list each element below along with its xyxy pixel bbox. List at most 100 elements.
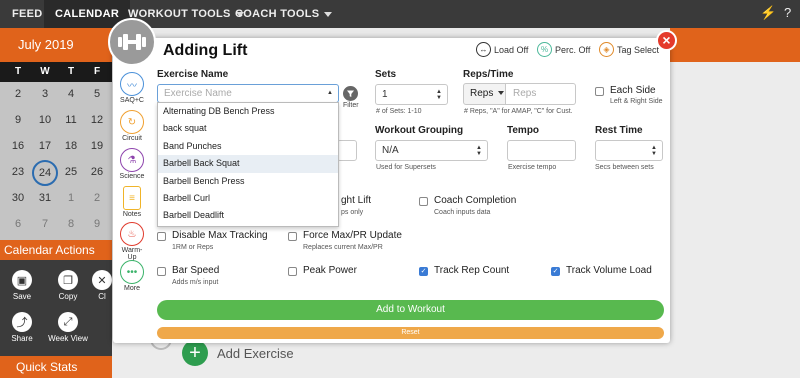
add-exercise-label: Add Exercise <box>217 345 294 361</box>
bolt-icon[interactable]: ⚡ <box>760 5 776 21</box>
tempo-input[interactable] <box>507 140 576 161</box>
bar-speed-box[interactable] <box>157 267 166 276</box>
exercise-option[interactable]: Barbell Curl <box>158 190 338 207</box>
bar-speed-checkbox[interactable]: Bar Speed Adds m/s input <box>157 265 219 286</box>
calendar-day[interactable]: 12 <box>85 114 109 126</box>
rail-more[interactable]: ••• More <box>118 260 146 292</box>
calendar-day[interactable]: 25 <box>59 166 83 178</box>
force-max-label: Force Max/PR Update <box>303 230 402 241</box>
nav-coach-tools[interactable]: COACH TOOLS <box>235 0 333 28</box>
help-icon[interactable]: ? <box>784 5 791 20</box>
bodyweight-lift-checkbox[interactable]: ght Lift ps only <box>341 195 371 216</box>
exercise-option[interactable]: Barbell Bench Press <box>158 173 338 190</box>
calendar-day[interactable]: 3 <box>33 88 57 100</box>
calendar-day[interactable]: 4 <box>59 88 83 100</box>
rail-notes[interactable]: ≡ Notes <box>118 186 146 218</box>
reset-button[interactable]: Reset <box>157 327 664 339</box>
clear-button[interactable]: ✕ Cl <box>92 270 112 301</box>
calendar-day[interactable]: 8 <box>59 218 83 230</box>
calendar-day[interactable]: 19 <box>85 140 109 152</box>
calendar-day-today[interactable]: 24 <box>32 160 58 186</box>
calendar-day[interactable]: 11 <box>59 114 83 126</box>
rail-science[interactable]: ⚗ Science <box>118 148 146 180</box>
coach-completion-checkbox[interactable]: Coach Completion Coach inputs data <box>419 195 516 216</box>
calendar-day[interactable]: 23 <box>6 166 30 178</box>
load-toggle-label: Load Off <box>494 44 529 55</box>
rail-saqc[interactable]: 〰 SAQ+C <box>118 72 146 104</box>
calendar-day[interactable]: 9 <box>85 218 109 230</box>
clear-label: Cl <box>98 292 106 301</box>
share-button[interactable]: ⤴ Share <box>2 312 42 343</box>
workout-grouping-select[interactable]: N/A ▲ ▼ <box>375 140 488 161</box>
disable-max-label: Disable Max Tracking <box>172 230 268 241</box>
checkmark-icon[interactable]: ✓ <box>419 267 428 276</box>
track-volume-label: Track Volume Load <box>566 265 652 276</box>
rail-circuit[interactable]: ↻ Circuit <box>118 110 146 142</box>
coach-completion-box[interactable] <box>419 197 428 206</box>
calendar-day[interactable]: 10 <box>33 114 57 126</box>
weekday-label: T <box>67 66 75 77</box>
calendar-day[interactable]: 31 <box>33 192 57 204</box>
calendar-day[interactable]: 5 <box>85 88 109 100</box>
add-exercise-button[interactable]: + Add Exercise <box>182 340 294 366</box>
track-volume-load-checkbox[interactable]: ✓ Track Volume Load <box>551 265 652 276</box>
close-icon[interactable]: × <box>656 30 677 51</box>
sets-select[interactable]: 1 ▲ ▼ <box>375 84 448 105</box>
filter-label: Filter <box>343 102 359 109</box>
share-label: Share <box>11 334 33 343</box>
week-view-button[interactable]: ⤢ Week View <box>48 312 88 343</box>
calendar-day[interactable]: 16 <box>6 140 30 152</box>
notes-icon: ≡ <box>123 186 141 210</box>
disable-max-box[interactable] <box>157 232 166 241</box>
hidden-input-edge[interactable] <box>337 140 357 161</box>
disable-max-tracking-checkbox[interactable]: Disable Max Tracking 1RM or Reps <box>157 230 268 251</box>
tempo-help: Exercise tempo <box>508 164 557 171</box>
share-icon: ⤴ <box>12 312 32 332</box>
circuit-icon: ↻ <box>120 110 144 134</box>
each-side-checkbox[interactable]: Each Side Left & Right Side <box>595 85 663 105</box>
track-rep-label: Track Rep Count <box>434 265 510 276</box>
peak-power-label: Peak Power <box>303 265 357 276</box>
calendar-day[interactable]: 17 <box>33 140 57 152</box>
calendar-day[interactable]: 6 <box>6 218 30 230</box>
load-toggle[interactable]: ↔ Load Off <box>476 42 528 57</box>
calendar-day[interactable]: 18 <box>59 140 83 152</box>
exercise-option[interactable]: Band Punches <box>158 138 338 155</box>
exercise-name-input[interactable]: Exercise Name ▲ <box>157 84 339 103</box>
checkmark-icon[interactable]: ✓ <box>551 267 560 276</box>
save-button[interactable]: ▣ Save <box>2 270 42 301</box>
rest-time-input[interactable]: ▲ ▼ <box>595 140 663 161</box>
exercise-option[interactable]: Alternating DB Bench Press <box>158 103 338 120</box>
stepper-icon[interactable]: ▲ ▼ <box>651 145 657 157</box>
exercise-option[interactable]: back squat <box>158 120 338 137</box>
percent-toggle[interactable]: % Perc. Off <box>537 42 590 57</box>
force-max-box[interactable] <box>288 232 297 241</box>
calendar-day[interactable]: 1 <box>59 192 83 204</box>
calendar-day[interactable]: 30 <box>6 192 30 204</box>
reps-input[interactable]: Reps <box>506 83 576 105</box>
filter-icon[interactable] <box>343 86 358 101</box>
calendar-day[interactable]: 7 <box>33 218 57 230</box>
force-max-pr-checkbox[interactable]: Force Max/PR Update Replaces current Max… <box>288 230 402 251</box>
tag-select-toggle[interactable]: ◈ Tag Select <box>599 42 659 57</box>
each-side-box[interactable] <box>595 87 604 96</box>
reps-unit-dropdown[interactable]: Reps <box>463 83 506 105</box>
peak-power-checkbox[interactable]: Peak Power <box>288 265 357 276</box>
sets-value: 1 <box>382 89 388 100</box>
nav-workout-tools-label: WORKOUT TOOLS <box>128 8 231 20</box>
nav-feed[interactable]: FEED <box>12 0 43 28</box>
calendar-day[interactable]: 9 <box>6 114 30 126</box>
calendar-day[interactable]: 2 <box>6 88 30 100</box>
rail-notes-label: Notes <box>122 211 142 218</box>
exercise-option-highlighted[interactable]: Barbell Back Squat <box>158 155 338 173</box>
copy-button[interactable]: ❐ Copy <box>48 270 88 301</box>
calendar-day[interactable]: 26 <box>85 166 109 178</box>
add-to-workout-button[interactable]: Add to Workout <box>157 300 664 320</box>
calendar-day[interactable]: 2 <box>85 192 109 204</box>
rail-warmup[interactable]: ♨ Warm-Up <box>118 222 146 261</box>
exercise-option[interactable]: Barbell Deadlift <box>158 207 338 224</box>
chevron-updown-icon: ▲ ▼ <box>436 89 442 101</box>
peak-power-box[interactable] <box>288 267 297 276</box>
track-rep-count-checkbox[interactable]: ✓ Track Rep Count <box>419 265 509 276</box>
calendar-grid: 2 3 4 5 9 10 11 12 16 17 18 19 23 24 25 … <box>0 82 112 240</box>
